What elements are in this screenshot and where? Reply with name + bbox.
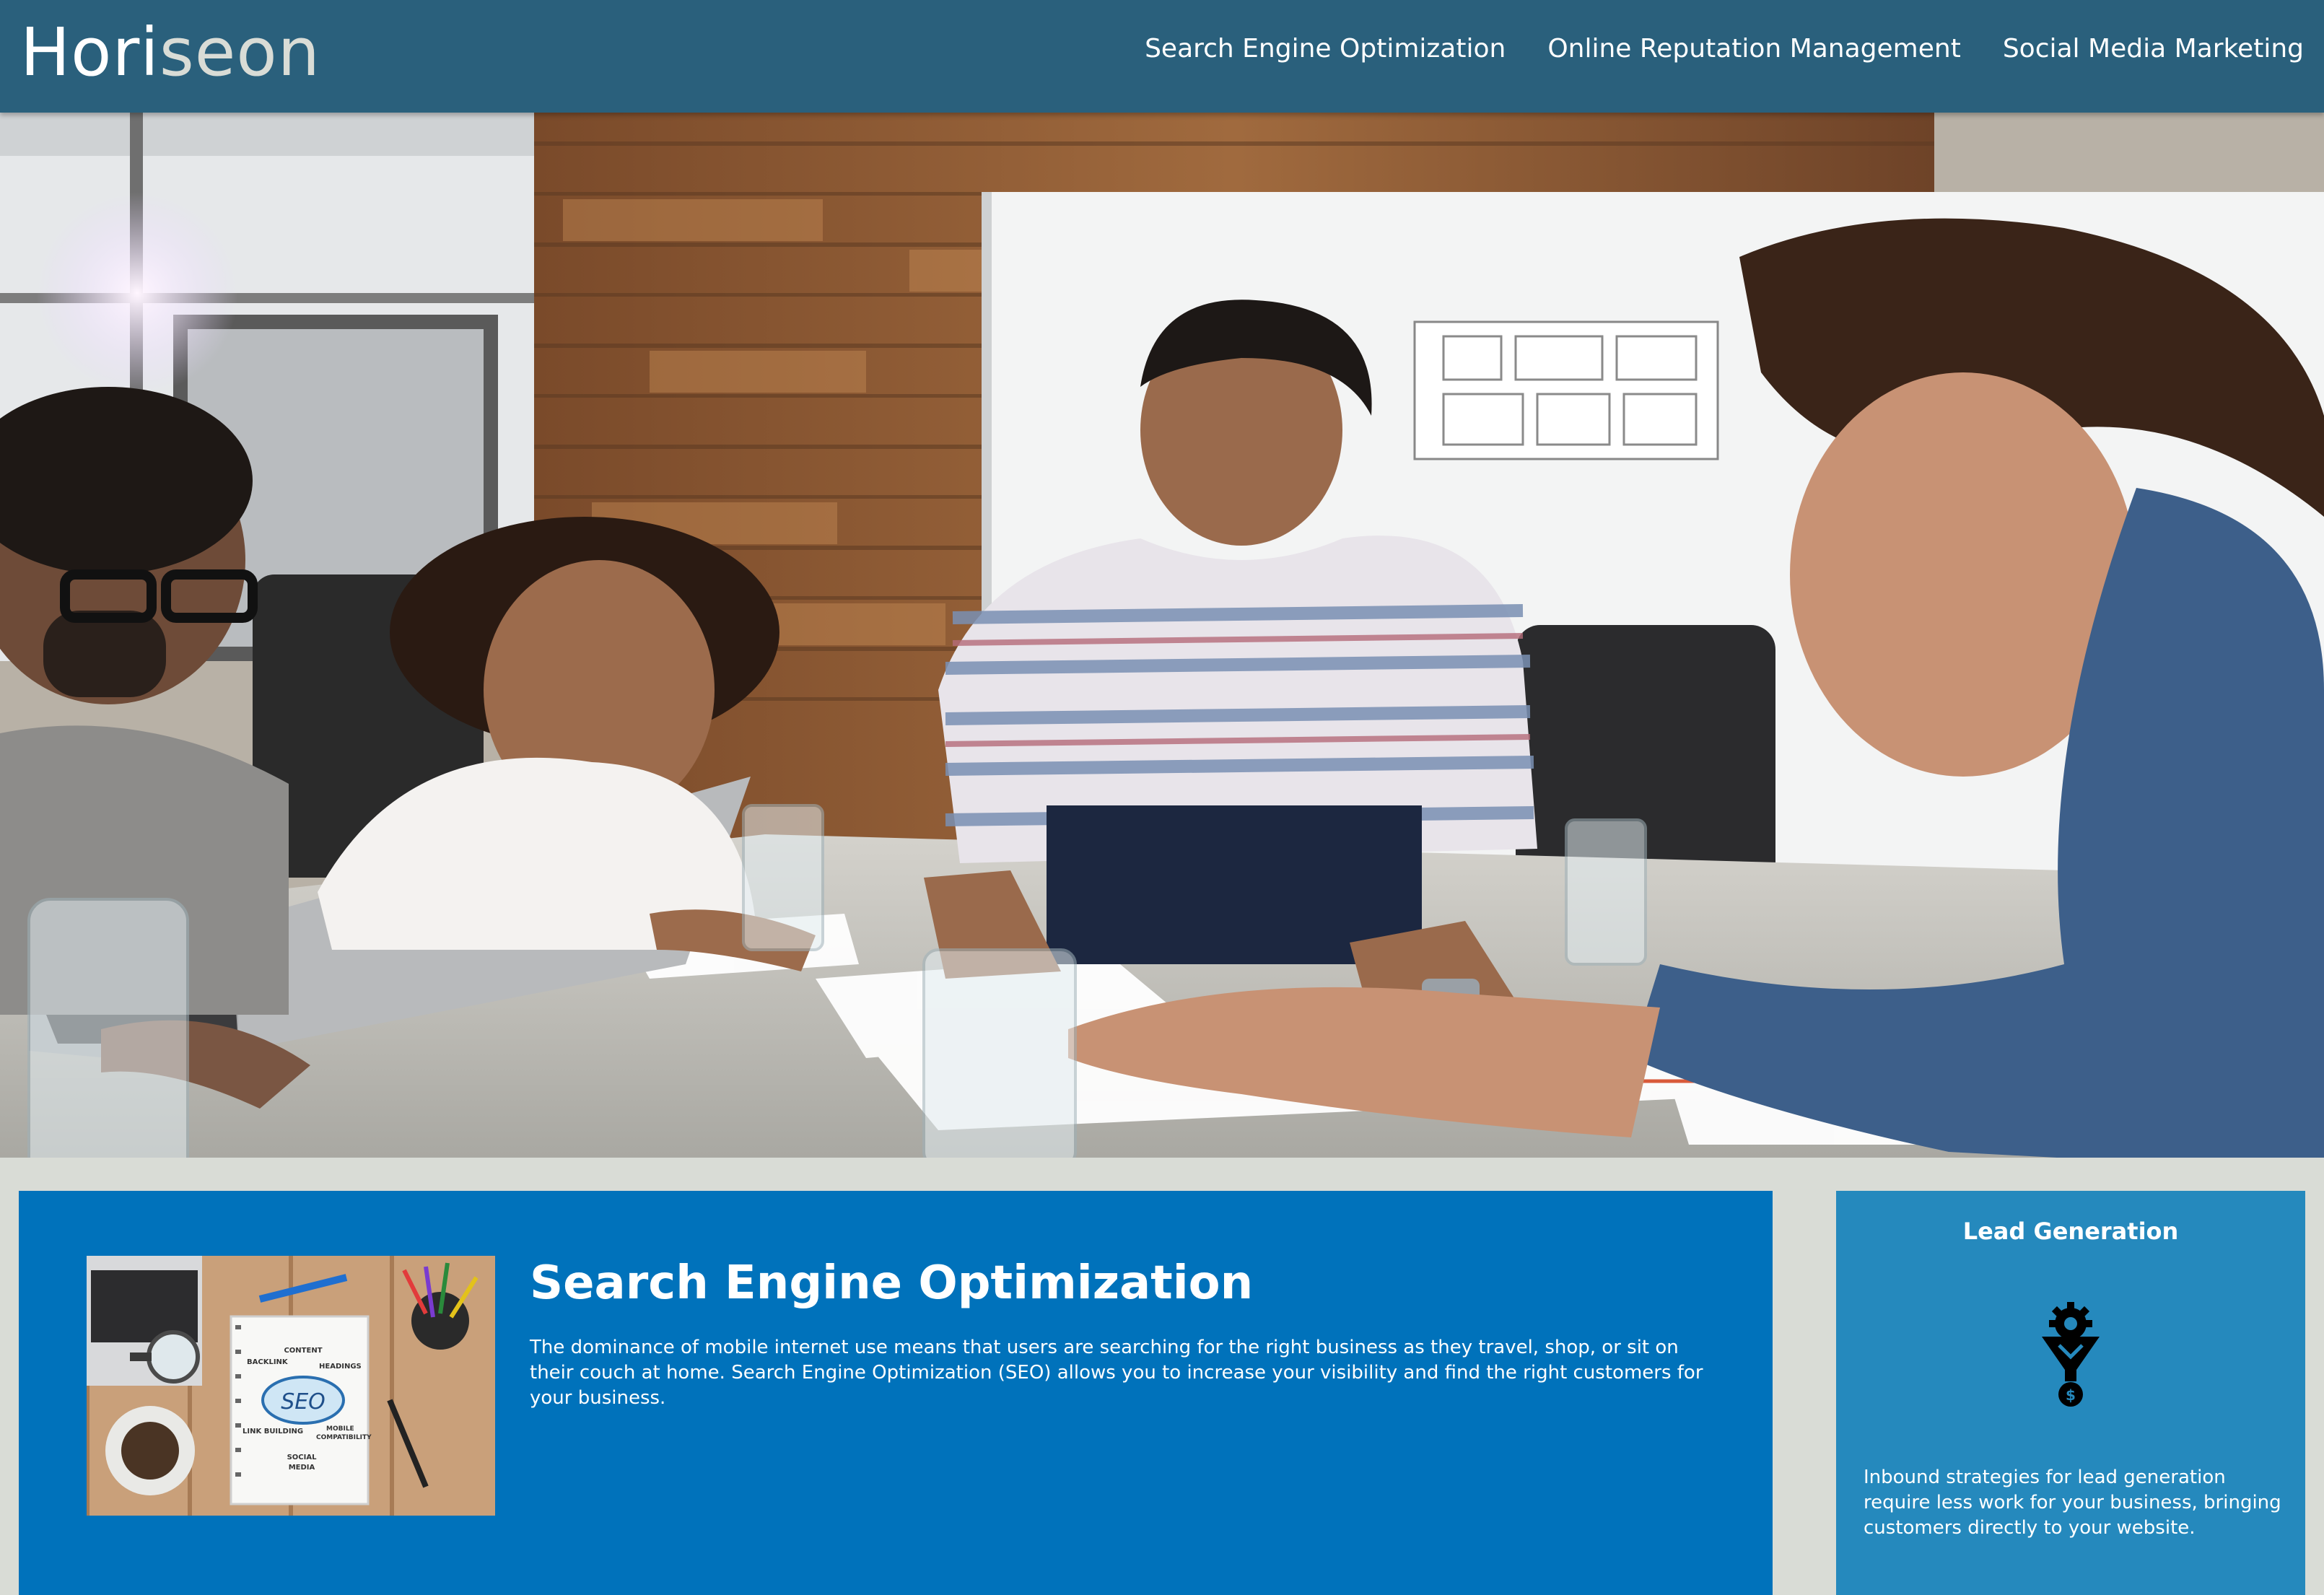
notebook-label-compatibility: COMPATIBILITY xyxy=(316,1434,372,1441)
nav-link-social-media-marketing[interactable]: Social Media Marketing xyxy=(2003,32,2304,66)
seo-notebook-label: SEO xyxy=(281,1389,326,1415)
logo-text-primary: Hori xyxy=(20,14,160,91)
lead-generation-card: Lead Generation $ Inbound strategies for… xyxy=(1836,1191,2305,1595)
logo-text-accent: seon xyxy=(159,14,320,91)
hero-image xyxy=(0,113,2324,1158)
notebook-label-mobile: MOBILE xyxy=(326,1425,354,1433)
seo-section-text: The dominance of mobile internet use mea… xyxy=(530,1337,1703,1409)
team-meeting-photo xyxy=(0,113,2324,1158)
site-header: Horiseon Search Engine Optimization Onli… xyxy=(0,0,2324,113)
lead-generation-funnel-icon: $ xyxy=(2035,1301,2107,1409)
nav-link-reputation-management[interactable]: Online Reputation Management xyxy=(1547,32,1961,66)
lead-generation-text: Inbound strategies for lead generation r… xyxy=(1864,1467,2281,1539)
main-nav: Search Engine Optimization Online Reputa… xyxy=(1145,32,2304,66)
notebook-label-link-building: LINK BUILDING xyxy=(243,1428,303,1436)
lead-generation-title: Lead Generation xyxy=(1962,1218,2179,1245)
seo-section-title: Search Engine Optimization xyxy=(530,1257,1254,1310)
svg-text:$: $ xyxy=(2066,1386,2076,1404)
notebook-label-headings: HEADINGS xyxy=(319,1363,362,1371)
site-logo[interactable]: Horiseon xyxy=(20,13,320,92)
seo-notebook-illustration: SEO CONTENT BACKLINK HEADINGS LINK BUILD… xyxy=(87,1256,495,1516)
seo-section: SEO CONTENT BACKLINK HEADINGS LINK BUILD… xyxy=(19,1191,1773,1595)
notebook-label-social: SOCIAL xyxy=(287,1454,318,1461)
nav-link-seo[interactable]: Search Engine Optimization xyxy=(1145,32,1506,66)
seo-section-image: SEO CONTENT BACKLINK HEADINGS LINK BUILD… xyxy=(87,1256,495,1516)
notebook-label-media: MEDIA xyxy=(289,1464,315,1472)
notebook-label-backlink: BACKLINK xyxy=(247,1358,289,1366)
notebook-label-content: CONTENT xyxy=(284,1347,322,1355)
